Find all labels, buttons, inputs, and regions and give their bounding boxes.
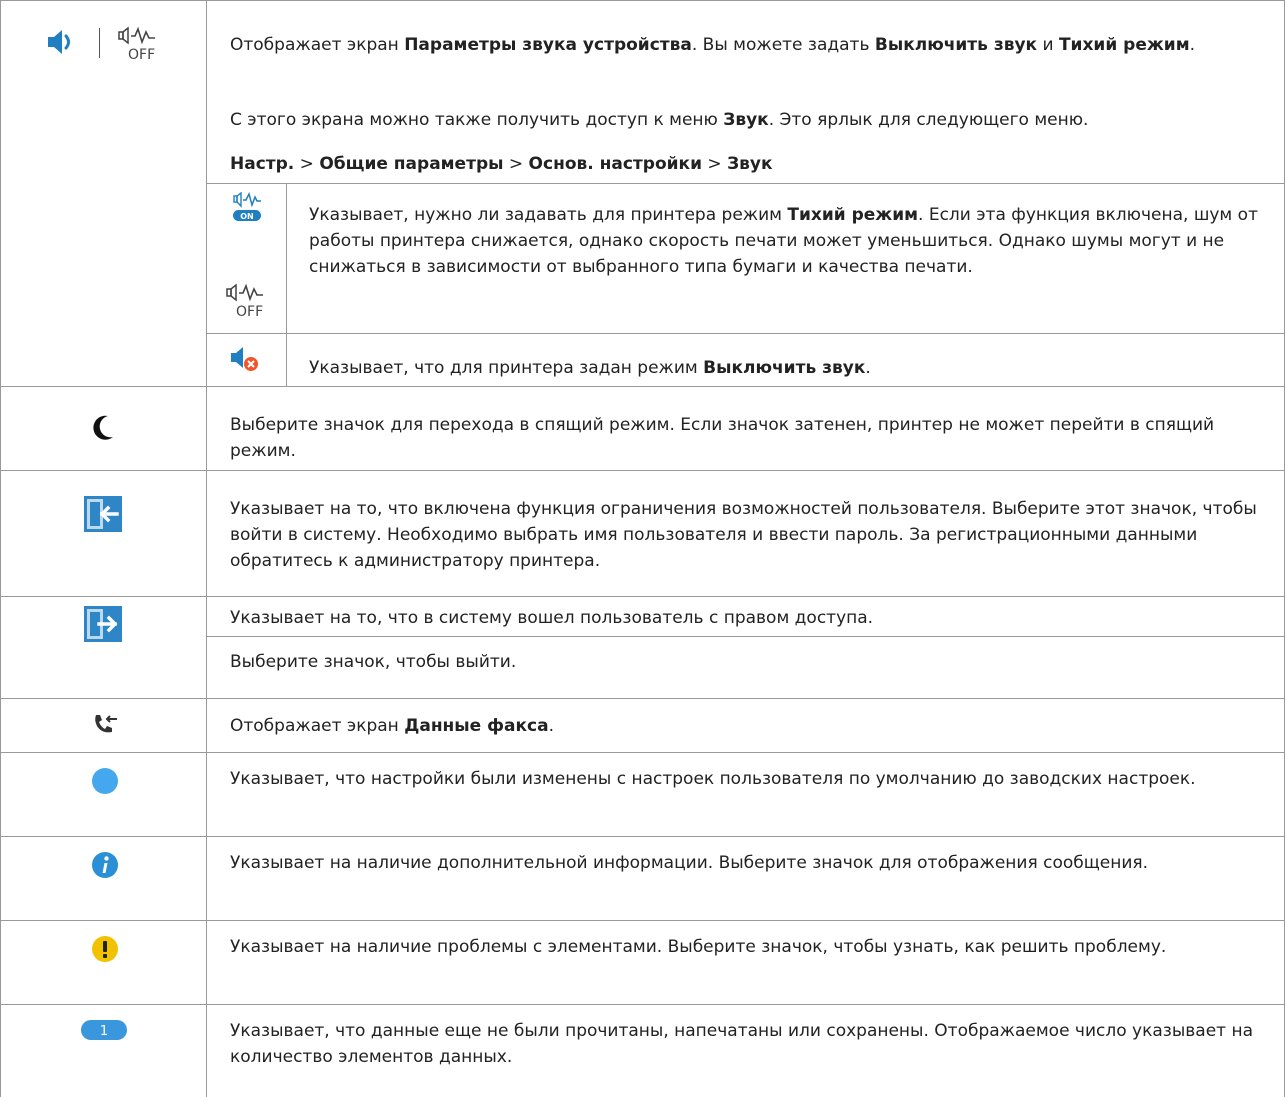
quiet-mode-off-icon: OFF xyxy=(226,283,263,317)
moon-icon xyxy=(93,415,113,440)
bold-term: Звук xyxy=(723,110,769,130)
text-fragment: . xyxy=(865,358,871,378)
warning-icon xyxy=(92,936,118,962)
bold-term: Звук xyxy=(727,154,773,174)
info-text: Указывает на наличие дополнительной инфо… xyxy=(230,853,1148,873)
mute-text: Указывает, что для принтера задан режим … xyxy=(309,355,1269,381)
logout-icon xyxy=(84,606,122,642)
row-divider xyxy=(0,920,1285,921)
table-left-border xyxy=(0,0,1,1097)
svg-text:OFF: OFF xyxy=(236,304,263,317)
mute-icon xyxy=(231,347,258,371)
quiet-mode-off-icon: OFF xyxy=(118,26,155,60)
text-fragment: Указывает, нужно ли задавать для принтер… xyxy=(309,205,788,225)
login-icon xyxy=(84,496,122,532)
bold-term: Тихий режим xyxy=(1058,35,1190,55)
sound-intro: Отображает экран Параметры звука устройс… xyxy=(230,32,1260,58)
column-divider xyxy=(206,0,207,1097)
sound-menu-path: Настр. > Общие параметры > Основ. настро… xyxy=(230,151,1260,177)
text-fragment: . xyxy=(1189,35,1195,55)
quiet-mode-text: Указывает, нужно ли задавать для принтер… xyxy=(309,202,1269,280)
unread-text: Указывает, что данные еще не были прочит… xyxy=(230,1021,1253,1067)
text-fragment: и xyxy=(1037,35,1059,55)
unread-count-icon: 1 xyxy=(81,1020,127,1040)
changed-dot-icon xyxy=(92,768,118,794)
text-fragment: Указывает, что для принтера задан режим xyxy=(309,358,704,378)
row-divider xyxy=(0,752,1285,753)
icon-reference-table: OFF Отображает экран Параметры звука уст… xyxy=(0,0,1285,1097)
fax-data-icon xyxy=(95,715,117,733)
subtable-top-border xyxy=(206,183,1285,184)
table-top-border xyxy=(0,0,1285,1)
cell-paragraph-divider xyxy=(206,636,1285,637)
login-text: Указывает на то, что включена функция ог… xyxy=(230,499,1257,571)
text-fragment: . Это ярлык для следующего меню. xyxy=(768,110,1089,130)
text-fragment: С этого экрана можно также получить дост… xyxy=(230,110,724,130)
subtable-column-divider xyxy=(286,183,287,386)
svg-text:OFF: OFF xyxy=(128,47,155,60)
row-divider xyxy=(0,1004,1285,1005)
text-fragment: > xyxy=(294,154,320,174)
info-icon xyxy=(92,852,118,878)
row-divider xyxy=(0,470,1285,471)
logout-text-1: Указывает на то, что в систему вошел пол… xyxy=(230,608,874,628)
speaker-icon xyxy=(48,30,70,54)
sound-menu-access: С этого экрана можно также получить дост… xyxy=(230,107,1260,133)
bold-term: Настр. xyxy=(230,154,295,174)
logout-text-2: Выберите значок, чтобы выйти. xyxy=(230,652,517,672)
bold-term: Данные факса xyxy=(404,716,549,736)
sleep-text: Выберите значок для перехода в спящий ре… xyxy=(230,415,1215,461)
text-fragment: . xyxy=(548,716,554,736)
row-divider xyxy=(0,836,1285,837)
fax-text: Отображает экран Данные факса. xyxy=(230,713,1270,739)
changed-text: Указывает, что настройки были изменены с… xyxy=(230,769,1196,789)
bold-term: Выключить звук xyxy=(874,35,1038,55)
warning-text: Указывает на наличие проблемы с элемента… xyxy=(230,937,1167,957)
row-divider xyxy=(0,386,1285,387)
svg-text:1: 1 xyxy=(100,1024,108,1039)
icon-separator xyxy=(99,28,100,58)
bold-term: Общие параметры xyxy=(319,154,504,174)
bold-term: Тихий режим xyxy=(787,205,919,225)
text-fragment: > xyxy=(702,154,728,174)
row-divider xyxy=(0,596,1285,597)
svg-text:ON: ON xyxy=(240,212,254,221)
quiet-mode-on-icon: ON xyxy=(233,192,261,221)
row-divider xyxy=(0,698,1285,699)
bold-term: Параметры звука устройства xyxy=(404,35,692,55)
text-fragment: Отображает экран xyxy=(230,716,405,736)
text-fragment: Отображает экран xyxy=(230,35,405,55)
bold-term: Основ. настройки xyxy=(528,154,702,174)
subtable-mid-border xyxy=(206,333,1285,334)
bold-term: Выключить звук xyxy=(703,358,866,378)
text-fragment: . Вы можете задать xyxy=(691,35,875,55)
text-fragment: > xyxy=(503,154,529,174)
